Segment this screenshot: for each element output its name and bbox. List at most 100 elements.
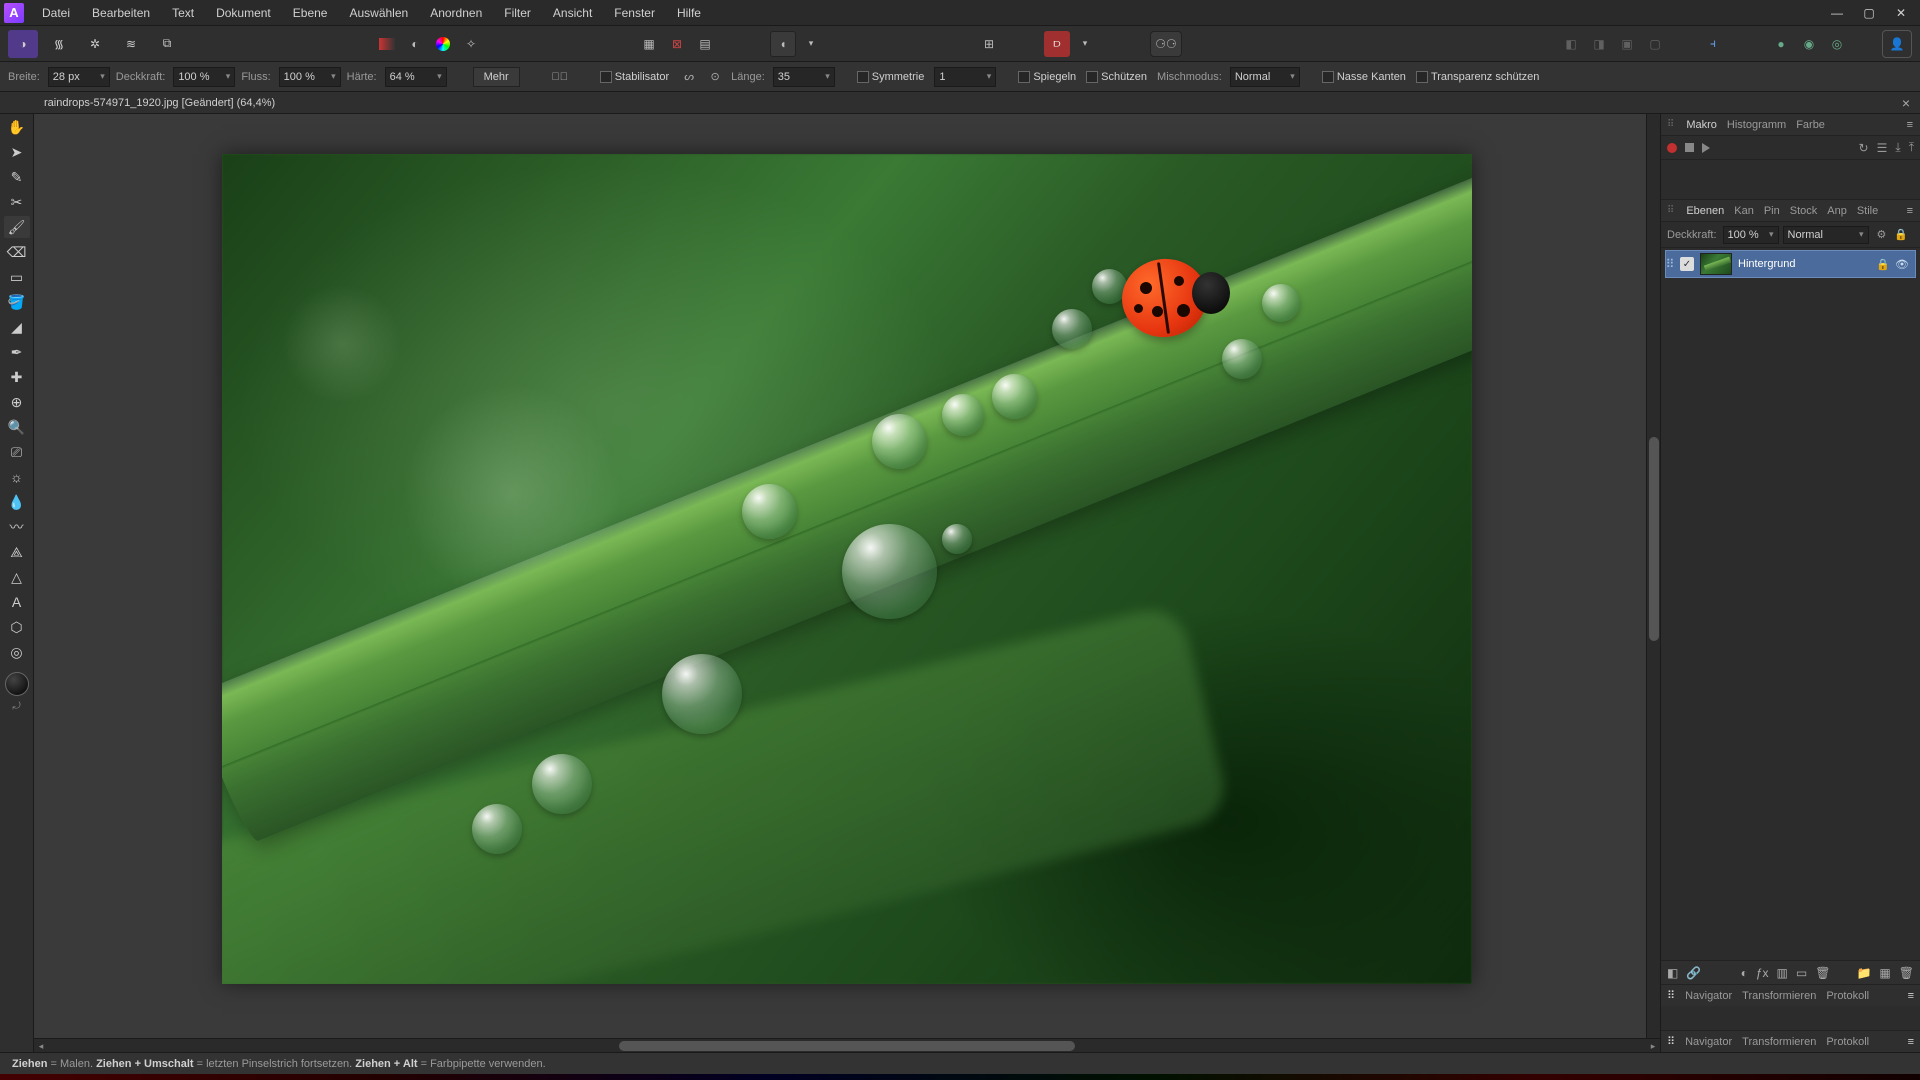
swatch-gray-button[interactable]: ◐ — [402, 31, 428, 57]
rope-mode-icon[interactable]: ᔕ — [679, 67, 699, 87]
panel-menu-icon[interactable]: ≡ — [1908, 1036, 1914, 1048]
tab-history[interactable]: Protokoll — [1826, 990, 1869, 1002]
canvas-scroll[interactable] — [34, 114, 1660, 1038]
layer-opacity-field[interactable]: 100 %▾ — [1723, 226, 1779, 244]
tab-histogram[interactable]: Histogramm — [1727, 119, 1786, 131]
menu-layer[interactable]: Ebene — [283, 2, 338, 24]
text-tool[interactable]: A — [4, 591, 30, 613]
mirror-check[interactable]: Spiegeln — [1018, 71, 1076, 83]
stop-icon[interactable] — [1685, 143, 1694, 152]
marquee-tool[interactable]: ▭ — [4, 266, 30, 288]
tab-styles[interactable]: Stile — [1857, 205, 1878, 217]
layer-delete-icon[interactable]: 🗑 — [1815, 966, 1830, 980]
menu-arrange[interactable]: Anordnen — [420, 2, 492, 24]
layer-blend-field[interactable]: Normal▾ — [1783, 226, 1869, 244]
op1-button[interactable]: ◧ — [1558, 31, 1584, 57]
layer-mask-icon[interactable]: ◧ — [1667, 966, 1678, 980]
document-close-button[interactable]: × — [1892, 95, 1920, 111]
macro-export-icon[interactable]: ⤒ — [1909, 140, 1914, 155]
layer-add-mask-icon[interactable]: ▥ — [1777, 966, 1788, 980]
tab-channels[interactable]: Kan — [1734, 205, 1754, 217]
horizontal-scrollbar[interactable]: ◂ ▸ — [34, 1038, 1660, 1052]
selection-none-button[interactable]: ⊠ — [664, 31, 690, 57]
maximize-button[interactable]: ▢ — [1854, 3, 1884, 23]
liquify-persona-button[interactable]: ᯾ — [44, 30, 74, 58]
gradient-tool[interactable]: ◢ — [4, 316, 30, 338]
vscroll-thumb[interactable] — [1649, 437, 1659, 640]
layer-add-group-icon[interactable]: ▭ — [1796, 966, 1807, 980]
macro-save-icon[interactable]: ⤓ — [1895, 140, 1900, 155]
layer-visible-small-icon[interactable]: 👁 — [1895, 258, 1909, 271]
tab-transform2[interactable]: Transformieren — [1742, 1036, 1816, 1048]
hscroll-left-arrow[interactable]: ◂ — [34, 1039, 48, 1053]
opacity-field[interactable]: 100 %▾ — [173, 67, 235, 87]
menu-filter[interactable]: Filter — [494, 2, 541, 24]
stabilizer-check[interactable]: Stabilisator — [600, 71, 669, 83]
photo-persona-button[interactable]: ◑ — [8, 30, 38, 58]
menu-window[interactable]: Fenster — [604, 2, 665, 24]
crop-tool[interactable]: ✂ — [4, 191, 30, 213]
export-persona-button[interactable]: ⧉ — [152, 30, 182, 58]
tab-navigator2[interactable]: Navigator — [1685, 1036, 1732, 1048]
selection-all-button[interactable]: ▦ — [636, 31, 662, 57]
mesh-tool[interactable]: ⟁ — [4, 541, 30, 563]
shape-tool[interactable]: △ — [4, 566, 30, 588]
minimize-button[interactable]: — — [1822, 3, 1852, 23]
hand-tool[interactable]: ✋ — [4, 116, 30, 138]
share3-button[interactable]: ◎ — [1824, 31, 1850, 57]
flow-field[interactable]: 100 %▾ — [279, 67, 341, 87]
length-field[interactable]: 35▾ — [773, 67, 835, 87]
layer-add-fx-icon[interactable]: ƒx — [1756, 966, 1769, 980]
hardness-field[interactable]: 64 %▾ — [385, 67, 447, 87]
vector-tool[interactable]: ⬡ — [4, 616, 30, 638]
close-button[interactable]: ✕ — [1886, 3, 1916, 23]
grip-icon[interactable]: ⠿ — [1667, 205, 1674, 216]
window-mode-icon[interactable]: ⊙ — [705, 67, 725, 87]
vertical-scrollbar[interactable] — [1646, 114, 1660, 1038]
sponge-tool[interactable]: 💧 — [4, 491, 30, 513]
alpha-check[interactable]: Transparenz schützen — [1416, 71, 1539, 83]
symmetry-field[interactable]: 1▾ — [934, 67, 996, 87]
pen-tool[interactable]: ✒ — [4, 341, 30, 363]
op3-button[interactable]: ▣ — [1614, 31, 1640, 57]
menu-view[interactable]: Ansicht — [543, 2, 602, 24]
smudge-tool[interactable]: 〰 — [4, 516, 30, 538]
swatch-auto-button[interactable]: ✧ — [458, 31, 484, 57]
panel-menu-icon[interactable]: ≡ — [1908, 990, 1914, 1002]
menu-edit[interactable]: Bearbeiten — [82, 2, 160, 24]
layer-lock-icon[interactable]: 🔒 — [1894, 228, 1908, 241]
eraser-tool[interactable]: ⌫ — [4, 241, 30, 263]
layer-lock-small-icon[interactable]: 🔒 — [1876, 258, 1890, 271]
canvas[interactable] — [222, 154, 1472, 984]
snap-dropdown[interactable]: ▾ — [1072, 31, 1098, 57]
tab-adjust[interactable]: Anp — [1827, 205, 1847, 217]
panel-menu-icon[interactable]: ≡ — [1907, 119, 1914, 131]
menu-text[interactable]: Text — [162, 2, 204, 24]
tab-history2[interactable]: Protokoll — [1826, 1036, 1869, 1048]
layer-folder-icon[interactable]: 📁 — [1856, 966, 1871, 980]
color-well[interactable] — [5, 672, 29, 696]
tone-persona-button[interactable]: ≋ — [116, 30, 146, 58]
target-tool[interactable]: ◎ — [4, 641, 30, 663]
layer-new-icon[interactable]: ▦ — [1879, 966, 1890, 980]
align-button[interactable]: ⫞ — [1700, 31, 1726, 57]
zoom-tool[interactable]: 🔍 — [4, 416, 30, 438]
panel-menu-icon[interactable]: ≡ — [1907, 205, 1914, 217]
tab-makro[interactable]: Makro — [1686, 119, 1717, 131]
menu-help[interactable]: Hilfe — [667, 2, 711, 24]
width-field[interactable]: 28 px▾ — [48, 67, 110, 87]
layer-add-adj-icon[interactable]: ◐ — [1741, 966, 1748, 980]
crop-button[interactable]: ⊞ — [976, 31, 1002, 57]
layer-trash-icon[interactable]: 🗑 — [1899, 966, 1914, 980]
brush-tool[interactable]: 🖌 — [4, 216, 30, 238]
menu-file[interactable]: Datei — [32, 2, 80, 24]
grip-icon[interactable]: ⠿ — [1667, 119, 1674, 130]
heal-tool[interactable]: ✚ — [4, 366, 30, 388]
selection-invert-button[interactable]: ▤ — [692, 31, 718, 57]
op4-button[interactable]: ▢ — [1642, 31, 1668, 57]
share1-button[interactable]: ● — [1768, 31, 1794, 57]
macro-list-icon[interactable]: ☰ — [1877, 141, 1888, 155]
grip-icon[interactable]: ⠿ — [1667, 989, 1675, 1002]
quickmask-dropdown[interactable]: ▾ — [798, 31, 824, 57]
color-picker-tool[interactable]: ✎ — [4, 166, 30, 188]
